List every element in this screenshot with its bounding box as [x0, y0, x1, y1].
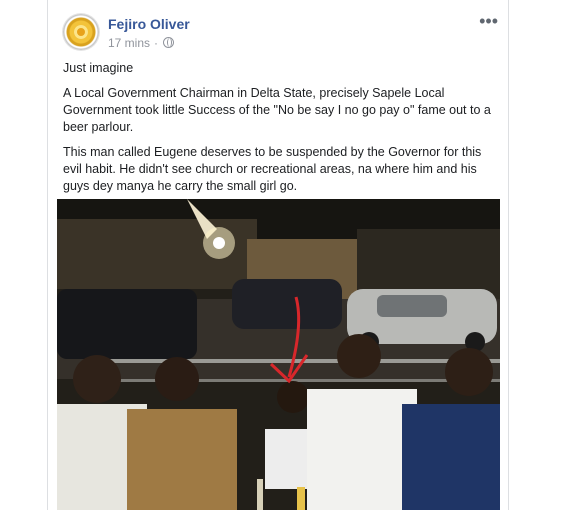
meta-separator: · [154, 36, 159, 50]
bottle [257, 479, 263, 510]
post-photo[interactable] [57, 199, 500, 510]
post-paragraph-2: A Local Government Chairman in Delta Sta… [63, 86, 491, 134]
photo-illustration [57, 199, 500, 510]
author-name[interactable]: Fejiro Oliver [108, 16, 190, 32]
car-silver-window [377, 295, 447, 317]
globe-icon[interactable] [163, 37, 175, 48]
post-header: Fejiro Oliver 17 mins · ••• [63, 12, 498, 54]
person-blue-shirt [402, 404, 500, 510]
avatar-logo-icon [74, 25, 88, 39]
person-head-brown [155, 357, 199, 401]
post-meta: 17 mins · [108, 36, 175, 50]
car-dark-left [57, 289, 197, 359]
profile-avatar[interactable] [63, 14, 99, 50]
post-time[interactable]: 17 mins [108, 36, 150, 50]
person-head-blue [445, 348, 493, 396]
post-text: Just imagine A Local Government Chairman… [63, 60, 493, 203]
child-head [277, 381, 309, 413]
post-paragraph-1: Just imagine [63, 61, 134, 75]
person-head-white [337, 334, 381, 378]
person-brown-shirt [127, 409, 237, 510]
car-dark-middle [232, 279, 342, 329]
street-light [213, 237, 225, 249]
feed-post: Fejiro Oliver 17 mins · ••• Just imagine … [47, 0, 509, 510]
person-white-native [307, 389, 417, 510]
person-head-left [73, 355, 121, 403]
post-paragraph-3: This man called Eugene deserves to be su… [63, 145, 482, 193]
bottle-yellow [297, 487, 305, 510]
more-horizontal-icon[interactable]: ••• [479, 12, 498, 30]
